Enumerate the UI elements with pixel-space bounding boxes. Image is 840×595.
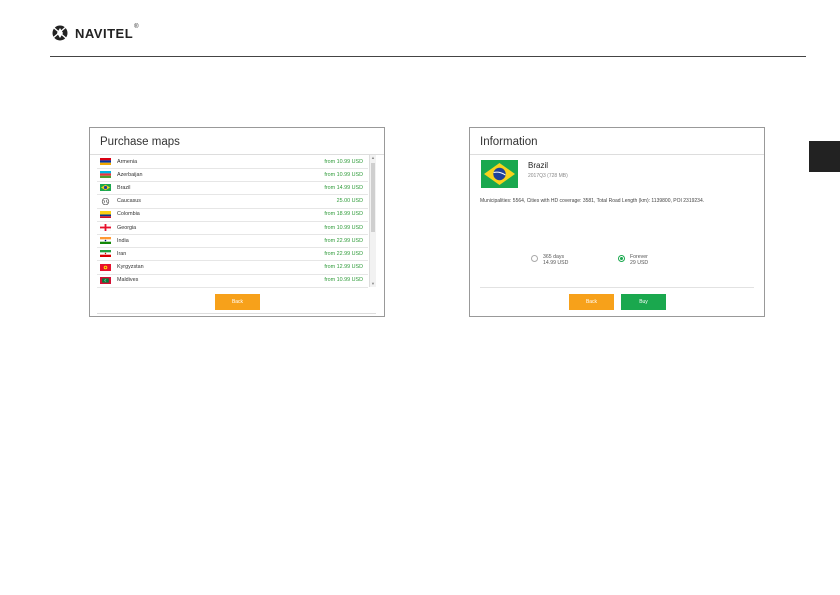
side-tab-marker xyxy=(809,141,840,172)
map-name: Brazil xyxy=(117,184,131,191)
information-panel: Information Brazil 2017Q3 (728 MB) Munic… xyxy=(469,127,765,317)
map-name: Georgia xyxy=(117,224,137,231)
country-name: Brazil xyxy=(528,161,549,170)
map-list-item[interactable]: India from 22.99 USD xyxy=(97,234,368,249)
map-name: Colombia xyxy=(117,211,140,218)
scroll-up-arrow-icon[interactable]: ▲ xyxy=(370,155,376,161)
back-button[interactable]: Back xyxy=(569,294,614,310)
radio-forever[interactable] xyxy=(618,255,625,262)
map-name: Armenia xyxy=(117,158,138,165)
maldives-flag-icon xyxy=(100,276,111,284)
map-price: from 12.99 USD xyxy=(324,264,363,271)
map-list-item[interactable]: Azerbaijan from 10.99 USD xyxy=(97,168,368,183)
scroll-down-arrow-icon[interactable]: ▼ xyxy=(370,281,376,287)
buy-button[interactable]: Buy xyxy=(621,294,666,310)
map-list-item[interactable]: Armenia from 10.99 USD xyxy=(97,155,368,169)
map-price: from 10.99 USD xyxy=(324,158,363,165)
panel-title: Purchase maps xyxy=(100,136,180,148)
map-name: Azerbaijan xyxy=(117,171,143,178)
brand-registered-mark: ® xyxy=(134,24,139,30)
map-list-item[interactable]: Brazil from 14.99 USD xyxy=(97,181,368,196)
map-version: 2017Q3 (728 MB) xyxy=(528,173,568,179)
map-list-item[interactable]: Iran from 22.99 USD xyxy=(97,247,368,262)
brazil-flag-icon xyxy=(100,184,111,192)
map-name: Maldives xyxy=(117,277,139,284)
map-statistics: Municipalities: 5564, Cities with HD cov… xyxy=(480,198,705,204)
brand-name: NAVITEL xyxy=(75,25,134,41)
map-price: from 10.99 USD xyxy=(324,171,363,178)
option-365-days[interactable]: 365 days 14.99 USD xyxy=(531,254,568,266)
list-bottom-divider xyxy=(97,313,376,314)
panel-title: Information xyxy=(480,136,538,148)
title-divider xyxy=(470,154,764,155)
option-forever[interactable]: Forever 29 USD xyxy=(618,254,648,266)
map-name: Caucasus xyxy=(117,198,141,205)
map-price: from 10.99 USD xyxy=(324,277,363,284)
map-list-item[interactable]: Georgia from 10.99 USD xyxy=(97,221,368,235)
map-price: from 14.99 USD xyxy=(324,184,363,191)
scroll-thumb[interactable] xyxy=(371,163,375,232)
list-scrollbar[interactable]: ▲ ▼ xyxy=(369,155,376,287)
india-flag-icon xyxy=(100,237,111,245)
radio-365-days[interactable] xyxy=(531,255,538,262)
map-price: 25.00 USD xyxy=(336,198,363,205)
map-list-item[interactable]: Colombia from 18.99 USD xyxy=(97,208,368,222)
map-price: from 22.99 USD xyxy=(324,237,363,244)
map-name: Kyrgyzstan xyxy=(117,264,144,271)
map-name: India xyxy=(117,237,129,244)
map-list-item[interactable]: Kyrgyzstan from 12.99 USD xyxy=(97,261,368,275)
map-price: from 10.99 USD xyxy=(324,224,363,231)
colombia-flag-icon xyxy=(100,210,111,218)
map-price: from 18.99 USD xyxy=(324,211,363,218)
map-list: ▲ ▼ Armenia from 10.99 USD Azerbaijan from … xyxy=(97,154,376,314)
map-list-item[interactable]: Caucasus 25.00 USD xyxy=(97,195,368,209)
navitel-logo: NAVITEL ® xyxy=(50,24,143,42)
iran-flag-icon xyxy=(100,250,111,258)
header-divider xyxy=(50,56,806,57)
map-price: from 22.99 USD xyxy=(324,250,363,257)
purchase-maps-panel: Purchase maps ▲ ▼ Armenia from 10.99 USD A… xyxy=(89,127,385,317)
georgia-flag-icon xyxy=(100,224,111,231)
brazil-flag-icon xyxy=(481,160,518,188)
map-name: Iran xyxy=(117,250,127,257)
option-price: 29 USD xyxy=(630,260,649,266)
back-button[interactable]: Back xyxy=(215,294,260,310)
kyrgyzstan-flag-icon xyxy=(100,263,111,271)
globe-flag-icon xyxy=(101,197,110,205)
footer-divider xyxy=(480,287,754,288)
map-list-item[interactable]: Maldives from 10.99 USD xyxy=(97,274,368,288)
azerbaijan-flag-icon xyxy=(100,171,111,179)
option-price: 14.99 USD xyxy=(543,260,569,266)
navitel-logo-icon xyxy=(52,25,68,41)
armenia-flag-icon xyxy=(100,158,111,165)
